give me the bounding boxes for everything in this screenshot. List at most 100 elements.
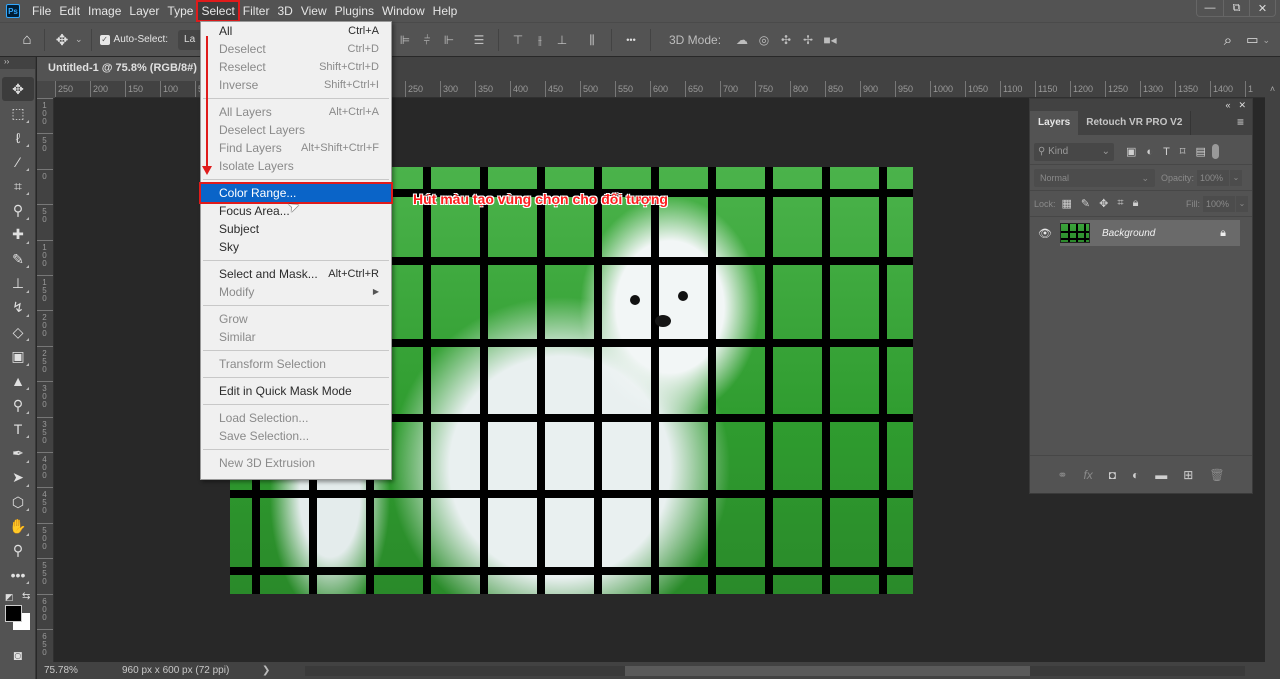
layer-item[interactable]: Background 🔒︎: [1060, 220, 1240, 246]
more-options-icon[interactable]: •••: [620, 35, 642, 45]
align-hcenter-icon[interactable]: ⫩: [416, 33, 438, 48]
tab-layers[interactable]: Layers: [1030, 111, 1079, 135]
menu-item-all[interactable]: All Ctrl+A: [201, 22, 391, 40]
eraser-tool-icon[interactable]: ◇: [2, 320, 34, 344]
align-left-icon[interactable]: ⊫: [394, 33, 416, 47]
tab-retouch-vr-pro[interactable]: Retouch VR PRO V2: [1078, 111, 1192, 135]
menu-window[interactable]: Window: [378, 0, 429, 22]
align-vcenter-icon[interactable]: ⫲: [529, 33, 551, 48]
menu-item-grow[interactable]: Grow: [201, 310, 391, 328]
close-panel-icon[interactable]: ✕: [1238, 99, 1246, 111]
menu-item-new-3d-extrusion[interactable]: New 3D Extrusion: [201, 454, 391, 472]
link-layers-icon[interactable]: ⚭: [1057, 468, 1067, 482]
distribute-icon[interactable]: ☰: [468, 33, 490, 47]
add-mask-icon[interactable]: ◘: [1109, 468, 1116, 482]
menu-item-isolate-layers[interactable]: Isolate Layers: [201, 157, 391, 175]
type-filter-icon[interactable]: T: [1163, 146, 1170, 158]
menu-item-deselect-layers[interactable]: Deselect Layers: [201, 121, 391, 139]
collapse-toolbar-icon[interactable]: ››: [0, 57, 35, 69]
adjustment-filter-icon[interactable]: ◐: [1146, 146, 1153, 158]
move-tool-icon[interactable]: ✥: [53, 31, 71, 49]
history-brush-tool-icon[interactable]: ↯: [2, 296, 34, 320]
collapse-panel-icon[interactable]: «: [1225, 99, 1230, 111]
shape-filter-icon[interactable]: ⌑: [1180, 145, 1186, 158]
menu-item-sky[interactable]: Sky: [201, 238, 391, 256]
restore-button[interactable]: ⧉: [1223, 0, 1249, 16]
menu-item-deselect[interactable]: Deselect Ctrl+D: [201, 40, 391, 58]
menu-item-similar[interactable]: Similar: [201, 328, 391, 346]
fx-icon[interactable]: fx: [1083, 468, 1092, 482]
filter-toggle[interactable]: [1211, 144, 1219, 159]
search-icon[interactable]: ⌕: [1224, 32, 1232, 49]
default-colors-icon[interactable]: ◩: [5, 592, 14, 603]
3d-orbit-icon[interactable]: ☁: [731, 33, 753, 47]
layer-lock-icon[interactable]: 🔒︎: [1220, 227, 1226, 240]
clone-stamp-tool-icon[interactable]: ⊥: [2, 271, 34, 295]
status-menu-arrow-icon[interactable]: ❯: [262, 665, 270, 676]
zoom-tool-icon[interactable]: ⚲: [2, 539, 34, 563]
menu-item-find-layers[interactable]: Find Layers Alt+Shift+Ctrl+F: [201, 139, 391, 157]
eyedropper-tool-icon[interactable]: ⚲: [2, 198, 34, 222]
chevron-down-icon[interactable]: ⌄: [1262, 35, 1270, 46]
visibility-eye-icon[interactable]: 👁︎: [1030, 227, 1060, 240]
swap-colors-icon[interactable]: ⇆: [22, 591, 30, 602]
scroll-up-icon[interactable]: ˄: [1265, 81, 1280, 98]
menu-item-edit-in-quick-mask-mode[interactable]: Edit in Quick Mask Mode: [201, 382, 391, 400]
lock-transparency-icon[interactable]: ▦: [1062, 197, 1072, 210]
lock-artboard-icon[interactable]: ⌗: [1117, 197, 1123, 210]
blend-mode-dropdown[interactable]: Normal ⌄: [1034, 168, 1155, 187]
menu-item-transform-selection[interactable]: Transform Selection: [201, 355, 391, 373]
menu-item-all-layers[interactable]: All Layers Alt+Ctrl+A: [201, 103, 391, 121]
lasso-tool-icon[interactable]: ℓ: [2, 126, 34, 150]
opacity-input[interactable]: 100%: [1197, 169, 1230, 186]
menu-item-load-selection[interactable]: Load Selection...: [201, 409, 391, 427]
menu-item-reselect[interactable]: Reselect Shift+Ctrl+D: [201, 58, 391, 76]
home-icon[interactable]: ⌂: [18, 31, 36, 48]
menu-item-save-selection[interactable]: Save Selection...: [201, 427, 391, 445]
foreground-color-swatch[interactable]: [5, 605, 22, 623]
lock-all-icon[interactable]: 🔒︎: [1133, 197, 1139, 210]
menu-image[interactable]: Image: [84, 0, 125, 22]
more-tools-icon[interactable]: •••: [2, 563, 34, 587]
vertical-ruler[interactable]: 100 50 0 50 100 150 200 250 300 350 400 450 500 550 60…: [37, 98, 54, 662]
align-right-icon[interactable]: ⊩: [438, 33, 460, 47]
menu-view[interactable]: View: [297, 0, 331, 22]
crop-tool-icon[interactable]: ⌗: [2, 174, 34, 198]
layer-row[interactable]: 👁︎ Background 🔒︎: [1030, 219, 1252, 247]
ruler-origin[interactable]: [37, 81, 55, 98]
menu-edit[interactable]: Edit: [55, 0, 84, 22]
menu-item-inverse[interactable]: Inverse Shift+Ctrl+I: [201, 76, 391, 94]
panel-menu-icon[interactable]: ≡: [1229, 111, 1252, 135]
menu-plugins[interactable]: Plugins: [331, 0, 378, 22]
fill-dropdown-icon[interactable]: ⌄: [1236, 195, 1248, 212]
new-group-icon[interactable]: ▬: [1155, 468, 1167, 482]
delete-layer-icon[interactable]: 🗑︎: [1209, 468, 1224, 482]
close-button[interactable]: ✕: [1249, 0, 1275, 16]
hand-tool-icon[interactable]: ✋: [2, 514, 34, 538]
chevron-down-icon[interactable]: ⌄: [75, 34, 83, 45]
gradient-tool-icon[interactable]: ▣: [2, 344, 34, 368]
right-scrollbar[interactable]: [1265, 98, 1280, 662]
path-selection-tool-icon[interactable]: ➤: [2, 466, 34, 490]
menu-file[interactable]: File: [28, 0, 55, 22]
menu-filter[interactable]: Filter: [239, 0, 274, 22]
menu-item-select-and-mask[interactable]: Select and Mask... Alt+Ctrl+R: [201, 265, 391, 283]
opacity-dropdown-icon[interactable]: ⌄: [1230, 169, 1243, 186]
menu-help[interactable]: Help: [429, 0, 462, 22]
move-tool-icon[interactable]: ✥: [2, 77, 34, 102]
lock-position-icon[interactable]: ✥: [1099, 197, 1108, 210]
auto-select-checkbox[interactable]: ✓: [99, 34, 110, 45]
workspace-icon[interactable]: ▭: [1246, 32, 1258, 48]
smart-object-filter-icon[interactable]: ▤: [1195, 145, 1205, 158]
adjustment-layer-icon[interactable]: ◐: [1132, 468, 1139, 482]
align-top-icon[interactable]: ⊤: [507, 33, 529, 47]
lock-pixels-icon[interactable]: ✎: [1081, 197, 1090, 210]
menu-select[interactable]: Select: [196, 0, 240, 22]
marquee-tool-icon[interactable]: ⬚: [2, 101, 34, 125]
3d-roll-icon[interactable]: ◎: [753, 33, 775, 47]
menu-3d[interactable]: 3D: [273, 0, 296, 22]
3d-camera-icon[interactable]: ■◂: [819, 33, 841, 47]
type-tool-icon[interactable]: T: [2, 417, 34, 441]
align-bottom-icon[interactable]: ⊥: [551, 33, 573, 47]
menu-type[interactable]: Type: [163, 0, 197, 22]
